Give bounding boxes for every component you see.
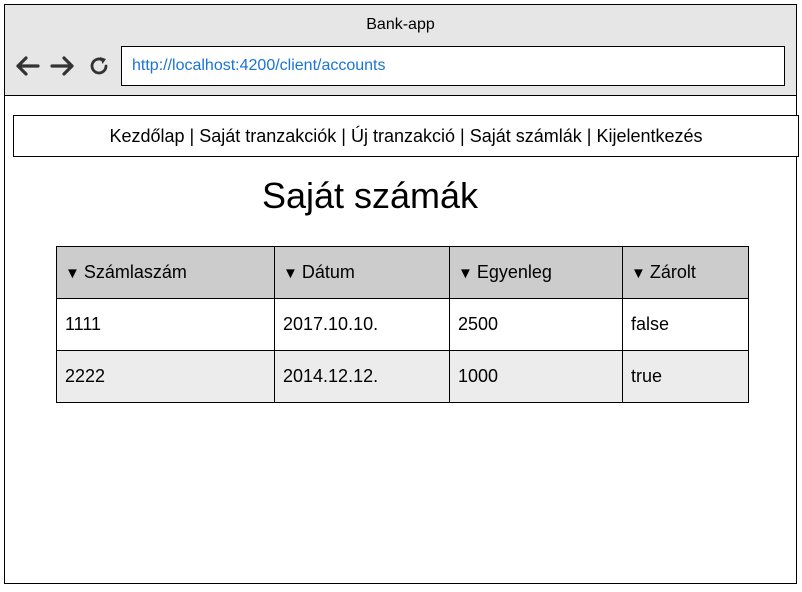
- cell-balance: 1000: [449, 350, 623, 403]
- window-title: Bank-app: [366, 16, 435, 33]
- reload-icon: [90, 57, 108, 75]
- menu-item-home[interactable]: Kezdőlap: [109, 126, 184, 147]
- column-header-date[interactable]: ▼ Dátum: [274, 246, 450, 299]
- table-header-row: ▼ Számlaszám ▼ Dátum ▼ Egyenleg ▼ Zárolt: [56, 246, 749, 299]
- column-header-account-number[interactable]: ▼ Számlaszám: [56, 246, 275, 299]
- browser-window: Bank-app http://localhost:4200/client/ac…: [4, 4, 799, 584]
- column-header-label: Számlaszám: [83, 262, 187, 282]
- menu-item-logout[interactable]: Kijelentkezés: [596, 126, 702, 147]
- page-title: Saját számák: [261, 175, 479, 216]
- cell-locked: false: [622, 298, 749, 351]
- menu-separator: |: [189, 125, 195, 146]
- arrow-right-icon: [50, 56, 74, 76]
- cell-account-number: 1111: [56, 298, 275, 351]
- menu-separator: |: [341, 125, 346, 146]
- reload-button[interactable]: [85, 52, 113, 80]
- cell-balance: 2500: [449, 298, 623, 351]
- cell-locked: true: [622, 350, 749, 403]
- cell-date: 2014.12.12.: [274, 350, 450, 403]
- arrow-left-icon: [16, 56, 40, 76]
- menu-item-new-transaction[interactable]: Új tranzakció: [351, 126, 455, 147]
- address-bar[interactable]: http://localhost:4200/client/accounts: [121, 46, 785, 86]
- menu-item-my-accounts[interactable]: Saját számlák: [470, 126, 582, 147]
- url-text: http://localhost:4200/client/accounts: [132, 57, 386, 74]
- column-header-label: Egyenleg: [476, 262, 552, 282]
- sort-down-icon: ▼: [283, 265, 298, 282]
- cell-date: 2017.10.10.: [274, 298, 450, 351]
- column-header-balance[interactable]: ▼ Egyenleg: [449, 246, 623, 299]
- column-header-label: Zárolt: [649, 262, 696, 282]
- column-header-locked[interactable]: ▼ Zárolt: [622, 246, 749, 299]
- browser-titlebar: Bank-app http://localhost:4200/client/ac…: [5, 5, 796, 96]
- table-row: 1111 2017.10.10. 2500 false: [56, 298, 749, 351]
- main-menu: Kezdőlap | Saját tranzakciók | Új tranza…: [13, 115, 799, 157]
- sort-down-icon: ▼: [65, 265, 80, 282]
- sort-down-icon: ▼: [631, 265, 646, 282]
- accounts-table: ▼ Számlaszám ▼ Dátum ▼ Egyenleg ▼ Zárolt 111…: [56, 246, 749, 403]
- cell-account-number: 2222: [56, 350, 275, 403]
- menu-separator: |: [460, 125, 465, 146]
- forward-button[interactable]: [49, 52, 77, 80]
- menu-item-my-transactions[interactable]: Saját tranzakciók: [199, 126, 336, 147]
- back-button[interactable]: [13, 52, 41, 80]
- table-row: 2222 2014.12.12. 1000 true: [56, 350, 749, 403]
- column-header-label: Dátum: [301, 262, 355, 282]
- menu-separator: |: [586, 125, 592, 146]
- sort-down-icon: ▼: [458, 265, 473, 282]
